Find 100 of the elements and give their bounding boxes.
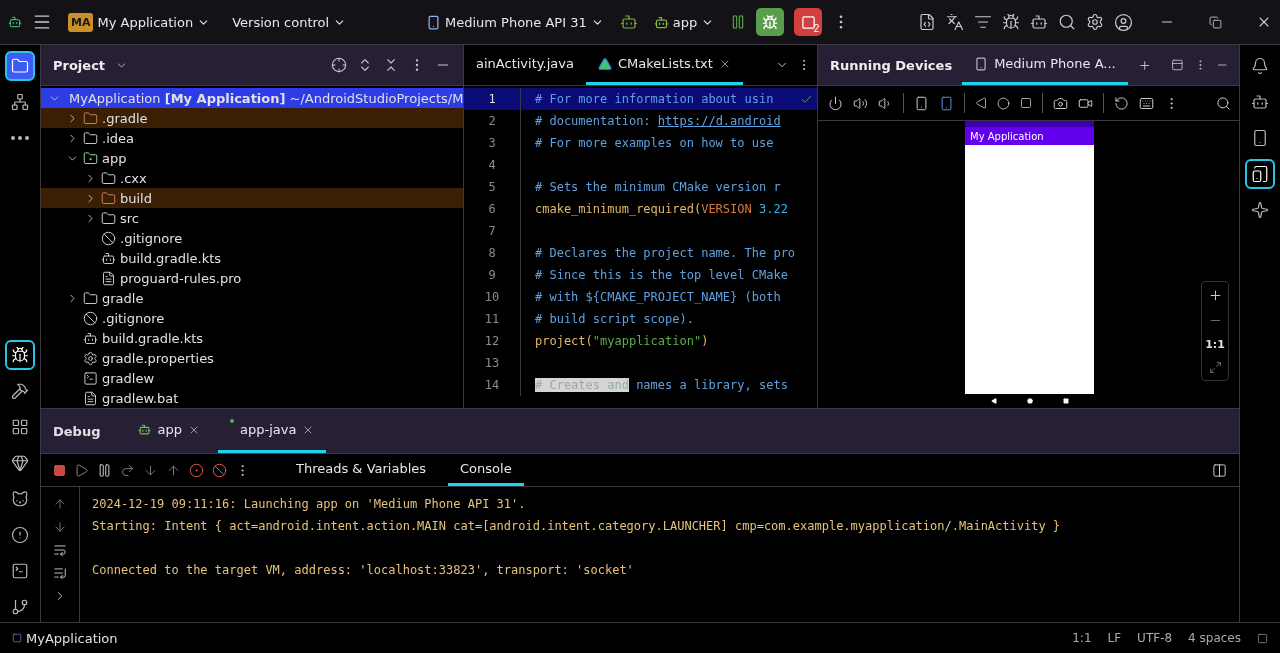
tree-row[interactable]: .gradle bbox=[41, 108, 463, 128]
editor-tab[interactable]: ainActivity.java bbox=[464, 45, 586, 85]
tree-row[interactable]: gradle bbox=[41, 288, 463, 308]
run-config-selector[interactable]: app bbox=[647, 10, 721, 34]
account-icon[interactable] bbox=[1114, 12, 1133, 32]
tool-window-button[interactable] bbox=[5, 340, 35, 370]
file-icon[interactable] bbox=[918, 13, 936, 31]
search-icon[interactable] bbox=[1058, 13, 1076, 31]
keyboard-icon[interactable] bbox=[1139, 95, 1154, 111]
editor-tab[interactable]: CMakeLists.txt bbox=[585, 45, 743, 85]
step-over-icon[interactable] bbox=[120, 462, 135, 478]
status-item[interactable]: LF bbox=[1107, 631, 1122, 645]
tree-row[interactable]: gradlew bbox=[41, 368, 463, 388]
tab-label: ainActivity.java bbox=[476, 56, 574, 71]
robot-icon bbox=[1251, 93, 1269, 111]
settings-icon[interactable] bbox=[1086, 13, 1104, 31]
window-icon[interactable] bbox=[1171, 57, 1184, 73]
folder-icon bbox=[83, 110, 98, 126]
tree-row[interactable]: .gitignore bbox=[41, 228, 463, 248]
line-number: 6 bbox=[464, 198, 521, 220]
pause-icon[interactable] bbox=[97, 462, 112, 478]
ignore-icon bbox=[83, 310, 98, 326]
debug-button[interactable] bbox=[756, 8, 785, 36]
tree-row[interactable]: .cxx bbox=[41, 168, 463, 188]
actual-size-button[interactable]: 1:1 bbox=[1205, 338, 1225, 351]
tree-row[interactable]: src bbox=[41, 208, 463, 228]
status-dot bbox=[229, 419, 234, 423]
panel-title[interactable]: Project bbox=[53, 57, 106, 73]
step-out-icon[interactable] bbox=[166, 462, 181, 478]
status-item[interactable]: 1:1 bbox=[1072, 631, 1092, 645]
translate-icon[interactable] bbox=[946, 13, 964, 31]
tree-row[interactable]: build bbox=[41, 188, 463, 208]
project-selector[interactable]: MA My Application bbox=[62, 8, 217, 36]
bug-icon[interactable] bbox=[1002, 13, 1020, 31]
wrap-icon[interactable] bbox=[53, 543, 67, 557]
debug-tab[interactable]: app-java bbox=[217, 409, 327, 453]
tree-row[interactable]: gradle.properties bbox=[41, 348, 463, 368]
resume-icon[interactable] bbox=[74, 462, 89, 478]
status-item[interactable]: 4 spaces bbox=[1188, 631, 1241, 645]
device-tab[interactable]: Medium Phone A... bbox=[962, 45, 1128, 85]
status-item[interactable]: UTF-8 bbox=[1137, 631, 1173, 645]
arrow-down-icon[interactable] bbox=[53, 520, 67, 534]
tool-window-button[interactable] bbox=[1245, 159, 1275, 189]
tree-row[interactable]: MyApplication [My Application] ~/AndroidStudioProjects/M bbox=[41, 88, 463, 108]
scroll-end-icon[interactable] bbox=[53, 566, 67, 580]
console-line: Starting: Intent { act=android.intent.action.MAIN cat=[android.intent.category.LAUNCHER] cmp=com.example.myapplication/.MainActivity } bbox=[92, 518, 1062, 535]
restore-icon[interactable] bbox=[1209, 15, 1222, 29]
structure-icon bbox=[11, 93, 29, 111]
folder-icon bbox=[11, 57, 29, 75]
tree-row[interactable]: build.gradle.kts bbox=[41, 248, 463, 268]
layout-icon[interactable] bbox=[1212, 462, 1227, 478]
zoom-in-icon[interactable] bbox=[1207, 288, 1223, 303]
power-icon[interactable] bbox=[828, 95, 843, 111]
tree-label: .gradle bbox=[102, 110, 148, 126]
tree-label: app bbox=[102, 150, 127, 166]
overview-icon[interactable] bbox=[1020, 97, 1032, 109]
reset-icon[interactable] bbox=[1114, 95, 1129, 111]
crosshair-icon[interactable] bbox=[331, 57, 347, 73]
step-into-icon[interactable] bbox=[143, 462, 158, 478]
tree-row[interactable]: build.gradle.kts bbox=[41, 328, 463, 348]
stop-button[interactable]: 2 bbox=[794, 8, 823, 36]
code-line: project("myapplication") bbox=[534, 334, 709, 348]
panel-title[interactable]: Debug bbox=[53, 423, 101, 439]
line-number: 9 bbox=[464, 264, 521, 286]
tab-label: CMakeLists.txt bbox=[617, 56, 713, 71]
tool-window-button[interactable] bbox=[5, 51, 35, 81]
breakpoints-icon[interactable] bbox=[189, 462, 204, 478]
home-icon[interactable] bbox=[997, 96, 1010, 110]
sparkle-icon bbox=[1251, 201, 1269, 219]
line-number: 5 bbox=[464, 176, 521, 198]
panel-title[interactable]: Running Devices bbox=[830, 57, 953, 73]
debug-subtab[interactable]: Console bbox=[448, 454, 524, 486]
line-number: 14 bbox=[464, 374, 521, 396]
camera-icon[interactable] bbox=[1053, 95, 1068, 111]
tree-label: build.gradle.kts bbox=[120, 250, 222, 266]
vcs-menu[interactable]: Version control bbox=[226, 10, 353, 34]
tree-row[interactable]: .gitignore bbox=[41, 308, 463, 328]
inspect-icon[interactable] bbox=[1216, 95, 1231, 111]
rotate-right-icon[interactable] bbox=[939, 95, 954, 111]
tree-row[interactable]: .idea bbox=[41, 128, 463, 148]
mute-breakpoints-icon[interactable] bbox=[212, 462, 227, 478]
debug-subtab[interactable]: Threads & Variables bbox=[284, 454, 439, 486]
tree-row[interactable]: app bbox=[41, 148, 463, 168]
rotate-left-icon[interactable] bbox=[914, 95, 929, 111]
app-title: My Application bbox=[970, 130, 1044, 142]
stop-icon[interactable] bbox=[53, 463, 66, 477]
folder-icon bbox=[83, 290, 98, 306]
phone-icon bbox=[1251, 129, 1269, 147]
tree-row[interactable]: gradlew.bat bbox=[41, 388, 463, 408]
list-icon[interactable] bbox=[974, 13, 992, 31]
debug-tab[interactable]: app bbox=[126, 409, 212, 453]
fit-icon[interactable] bbox=[1208, 361, 1222, 374]
stop-count: 2 bbox=[813, 23, 820, 34]
volume-up-icon[interactable] bbox=[853, 95, 868, 111]
lock-icon[interactable] bbox=[1257, 632, 1268, 644]
robot-icon[interactable] bbox=[1030, 13, 1048, 31]
tree-row[interactable]: proguard-rules.pro bbox=[41, 268, 463, 288]
device-selector[interactable]: Medium Phone API 31 bbox=[419, 10, 610, 34]
back-icon[interactable] bbox=[975, 97, 987, 109]
status-project[interactable]: MyApplication bbox=[26, 630, 118, 646]
